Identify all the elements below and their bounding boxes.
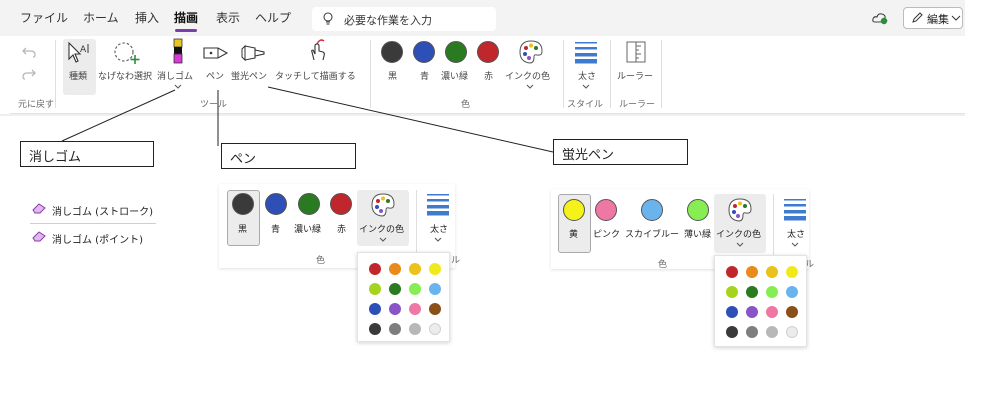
palette-color-swatch[interactable] (786, 326, 798, 338)
palette-color-swatch[interactable] (786, 286, 798, 298)
palette-color-swatch[interactable] (409, 303, 421, 315)
palette-color-swatch[interactable] (746, 326, 758, 338)
highlighter-ink-color-button[interactable]: インクの色 (716, 227, 761, 240)
divider (416, 190, 417, 260)
palette-color-swatch[interactable] (389, 323, 401, 335)
palette-color-swatch[interactable] (746, 266, 758, 278)
highlighter-color-sky-blue-label: スカイブルー (625, 230, 680, 240)
eraser-icon (32, 203, 46, 214)
pen-color-blue-label: 青 (271, 225, 281, 235)
pen-ink-palette-dropdown (357, 252, 450, 342)
pen-color-black[interactable] (232, 193, 254, 215)
palette-color-swatch[interactable] (429, 283, 441, 295)
highlighter-ink-palette-dropdown (714, 255, 807, 347)
palette-color-swatch[interactable] (429, 323, 441, 335)
palette-color-swatch[interactable] (726, 266, 738, 278)
callout-eraser: 消しゴム (20, 141, 154, 167)
highlighter-color-light-green[interactable] (687, 199, 709, 221)
palette-icon[interactable] (371, 193, 395, 217)
pen-color-dark-green[interactable] (298, 193, 320, 215)
palette-color-swatch[interactable] (766, 266, 778, 278)
palette-color-swatch[interactable] (766, 326, 778, 338)
palette-color-swatch[interactable] (766, 286, 778, 298)
palette-color-swatch[interactable] (429, 263, 441, 275)
chevron-down-icon[interactable] (434, 237, 442, 242)
palette-color-swatch[interactable] (786, 306, 798, 318)
highlighter-thickness-button[interactable]: 太さ (787, 227, 805, 240)
eraser-stroke-option[interactable]: 消しゴム (ストローク) (52, 203, 153, 218)
divider (30, 223, 156, 224)
palette-color-swatch[interactable] (409, 323, 421, 335)
eraser-icon (32, 231, 46, 242)
highlighter-color-yellow-label: 黄 (569, 230, 579, 240)
highlighter-color-group-label: 色 (658, 260, 668, 270)
highlighter-color-light-green-label: 薄い緑 (684, 230, 712, 240)
thickness-icon[interactable] (784, 199, 806, 221)
pen-color-blue[interactable] (265, 193, 287, 215)
chevron-down-icon[interactable] (736, 242, 744, 247)
highlighter-color-pink[interactable] (595, 199, 617, 221)
highlighter-color-sky-blue[interactable] (641, 199, 663, 221)
palette-color-swatch[interactable] (746, 306, 758, 318)
callout-pen: ペン (221, 143, 356, 169)
palette-color-swatch[interactable] (766, 306, 778, 318)
pen-ink-color-button[interactable]: インクの色 (359, 222, 404, 235)
palette-color-swatch[interactable] (389, 283, 401, 295)
palette-color-swatch[interactable] (389, 263, 401, 275)
highlighter-color-pink-label: ピンク (593, 230, 621, 240)
thickness-icon[interactable] (427, 194, 449, 216)
pen-thickness-button[interactable]: 太さ (430, 222, 448, 235)
palette-color-swatch[interactable] (369, 323, 381, 335)
highlighter-color-yellow[interactable] (563, 199, 585, 221)
palette-color-swatch[interactable] (369, 303, 381, 315)
palette-color-swatch[interactable] (726, 306, 738, 318)
palette-color-swatch[interactable] (726, 286, 738, 298)
palette-color-swatch[interactable] (369, 263, 381, 275)
palette-color-swatch[interactable] (389, 303, 401, 315)
palette-color-swatch[interactable] (409, 283, 421, 295)
pen-color-group-label: 色 (316, 256, 326, 266)
palette-icon[interactable] (728, 198, 752, 222)
pen-style-group-label-partial: ル (451, 256, 461, 266)
palette-color-swatch[interactable] (786, 266, 798, 278)
pen-color-red[interactable] (330, 193, 352, 215)
eraser-point-option[interactable]: 消しゴム (ポイント) (52, 231, 143, 246)
callout-highlighter: 蛍光ペン (553, 139, 688, 165)
palette-color-swatch[interactable] (746, 286, 758, 298)
palette-color-swatch[interactable] (726, 326, 738, 338)
pen-color-black-label: 黒 (238, 225, 248, 235)
palette-color-swatch[interactable] (429, 303, 441, 315)
chevron-down-icon[interactable] (791, 242, 799, 247)
palette-color-swatch[interactable] (409, 263, 421, 275)
pen-color-red-label: 赤 (337, 225, 347, 235)
pen-color-dark-green-label: 濃い緑 (294, 225, 322, 235)
palette-color-swatch[interactable] (369, 283, 381, 295)
divider (773, 194, 774, 264)
chevron-down-icon[interactable] (379, 237, 387, 242)
